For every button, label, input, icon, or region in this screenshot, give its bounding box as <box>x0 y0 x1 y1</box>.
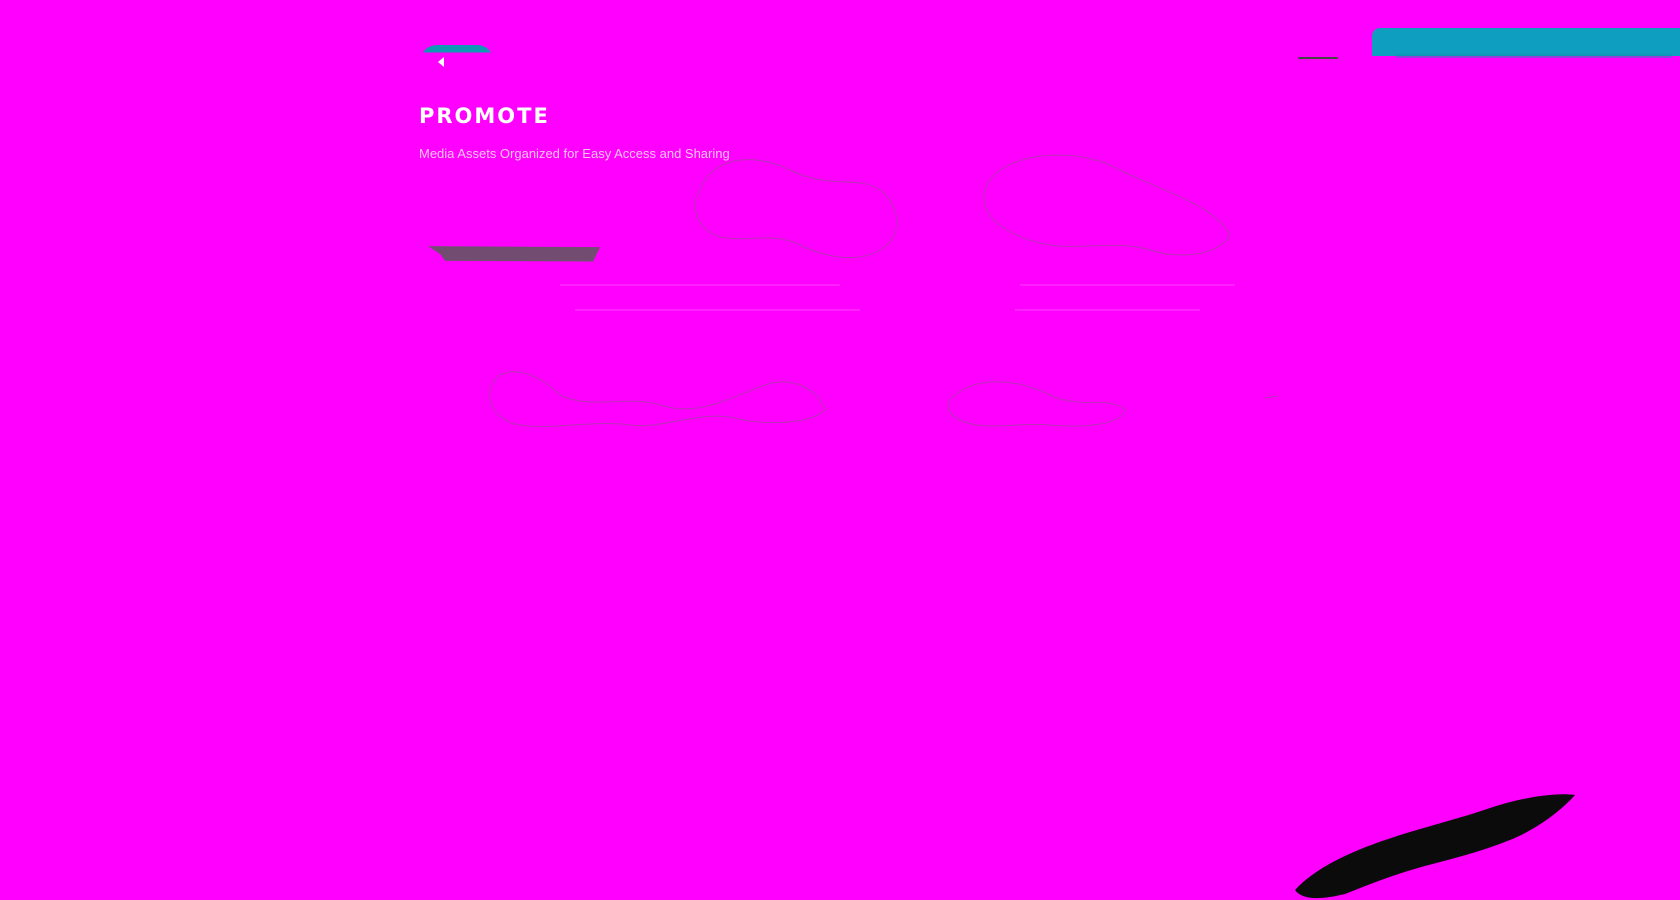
sketch-mark-1 <box>1264 395 1279 399</box>
corner-scribble <box>1295 794 1575 899</box>
chevron-left-icon <box>438 57 444 67</box>
back-button[interactable] <box>420 45 494 79</box>
top-banner-shadow <box>1396 54 1672 58</box>
page-subtitle: Media Assets Organized for Easy Access a… <box>419 146 730 161</box>
decorative-overlay <box>489 154 1575 899</box>
content-placeholder-bar <box>428 246 600 262</box>
sketch-cluster-3 <box>489 371 826 427</box>
sketch-cluster-4 <box>947 381 1126 427</box>
top-banner <box>1372 28 1680 58</box>
sketch-cluster-1 <box>694 159 898 259</box>
page-title: PROMOTE <box>419 104 550 128</box>
sketch-cluster-2 <box>983 154 1231 256</box>
header-divider <box>1298 57 1338 59</box>
